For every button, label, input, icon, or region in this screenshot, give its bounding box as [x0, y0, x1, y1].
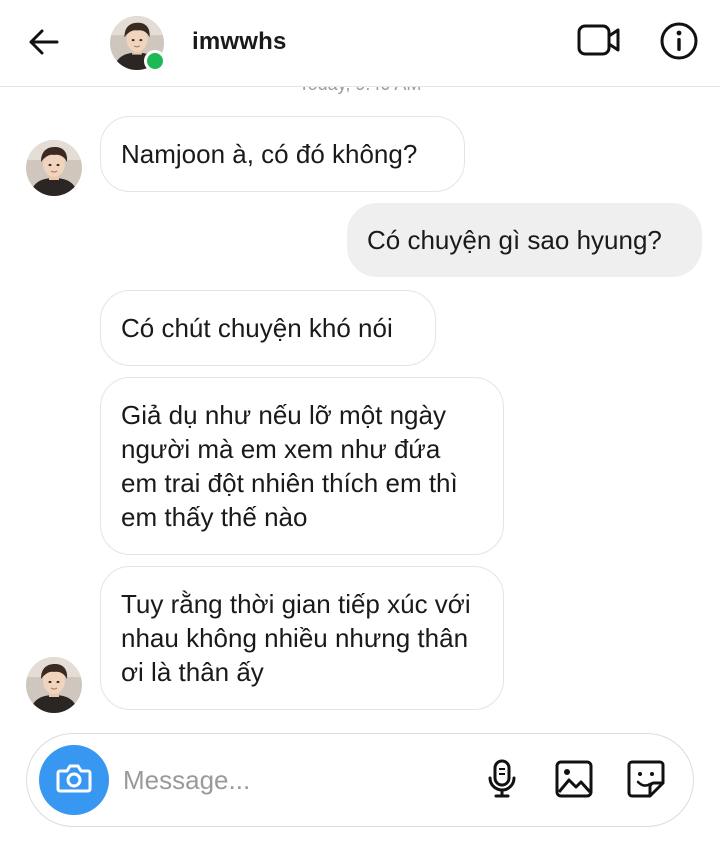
- avatar: [26, 657, 82, 713]
- message-bubble-incoming[interactable]: Tuy rằng thời gian tiếp xúc với nhau khô…: [100, 566, 504, 710]
- message-bubble-incoming[interactable]: Namjoon à, có đó không?: [100, 116, 465, 192]
- avatar: [26, 140, 82, 196]
- arrow-left-icon: [29, 29, 59, 60]
- message-composer: [26, 733, 694, 827]
- sticker-button[interactable]: [621, 756, 671, 806]
- contact-username[interactable]: imwwhs: [192, 28, 287, 56]
- header-avatar[interactable]: [110, 16, 166, 72]
- voice-message-button[interactable]: [477, 756, 527, 806]
- online-status-indicator: [144, 50, 166, 72]
- microphone-icon: [487, 759, 517, 804]
- back-button[interactable]: [22, 24, 66, 64]
- message-bubble-incoming[interactable]: Có chút chuyện khó nói: [100, 290, 436, 366]
- video-camera-icon: [577, 23, 621, 62]
- conversation-info-button[interactable]: [656, 20, 702, 66]
- camera-button[interactable]: [39, 745, 109, 815]
- info-icon: [659, 21, 699, 66]
- message-bubble-outgoing[interactable]: Có chuyện gì sao hyung?: [347, 203, 702, 277]
- sticker-icon: [626, 759, 666, 804]
- camera-icon: [56, 763, 92, 798]
- message-bubble-incoming[interactable]: Giả dụ như nếu lỡ một ngày người mà em x…: [100, 377, 504, 555]
- contact-avatar[interactable]: [26, 657, 82, 713]
- chat-header: imwwhs: [0, 0, 720, 87]
- image-icon: [555, 760, 593, 803]
- video-call-button[interactable]: [574, 22, 624, 62]
- contact-avatar[interactable]: [26, 140, 82, 196]
- gallery-button[interactable]: [549, 756, 599, 806]
- message-input[interactable]: [123, 758, 453, 802]
